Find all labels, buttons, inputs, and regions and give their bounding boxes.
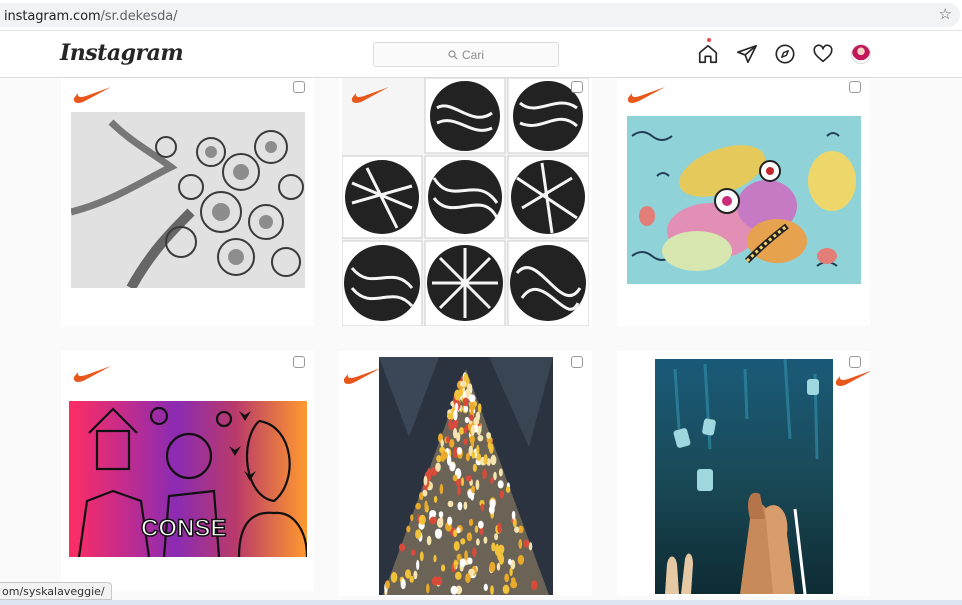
home-active-dot <box>707 38 711 42</box>
window-bottom-edge <box>0 600 962 605</box>
post-tile-3[interactable] <box>617 78 870 326</box>
post-tile-2[interactable] <box>339 78 592 326</box>
post-tile-1[interactable] <box>61 78 314 326</box>
svg-text:CONSE: CONSE <box>141 515 226 542</box>
select-checkbox[interactable] <box>293 356 305 368</box>
select-checkbox[interactable] <box>571 356 583 368</box>
brand-swoosh-logo <box>71 82 113 106</box>
instagram-header: Instagram Cari <box>0 31 962 78</box>
direct-icon[interactable] <box>736 43 758 70</box>
search-icon <box>448 49 458 59</box>
post-image <box>342 78 589 326</box>
url-field[interactable]: instagram.com/sr.dekesda/ <box>0 3 960 27</box>
explore-icon[interactable] <box>774 43 796 70</box>
browser-address-bar: instagram.com/sr.dekesda/ ☆ <box>0 0 962 31</box>
instagram-logo[interactable]: Instagram <box>60 40 184 66</box>
bookmark-star-icon[interactable]: ☆ <box>939 5 952 23</box>
profile-avatar[interactable] <box>851 44 871 64</box>
brand-swoosh-logo <box>71 361 113 385</box>
search-placeholder: Cari <box>461 47 484 62</box>
search-input[interactable]: Cari <box>373 42 559 67</box>
select-checkbox[interactable] <box>849 356 861 368</box>
select-checkbox[interactable] <box>293 81 305 93</box>
post-image: CONSE <box>69 401 307 557</box>
url-path: /sr.dekesda/ <box>100 9 178 24</box>
post-image <box>71 112 305 288</box>
select-checkbox[interactable] <box>849 81 861 93</box>
link-status-bar: om/syskalaveggie/ <box>0 582 112 600</box>
post-tile-4[interactable]: CONSE <box>61 351 314 591</box>
activity-icon[interactable] <box>812 43 834 70</box>
home-icon[interactable] <box>697 43 719 70</box>
post-tile-5[interactable] <box>339 351 592 596</box>
post-tile-6[interactable] <box>617 351 870 596</box>
post-image <box>379 357 553 595</box>
brand-swoosh-logo <box>625 82 667 106</box>
brand-swoosh-logo <box>341 363 383 387</box>
brand-swoosh-logo <box>833 365 870 389</box>
url-text[interactable]: instagram.com/sr.dekesda/ <box>4 9 178 24</box>
post-image <box>627 116 861 284</box>
brand-swoosh-logo <box>349 82 391 106</box>
url-host: instagram.com <box>4 9 101 24</box>
post-image <box>655 359 833 594</box>
select-checkbox[interactable] <box>571 81 583 93</box>
